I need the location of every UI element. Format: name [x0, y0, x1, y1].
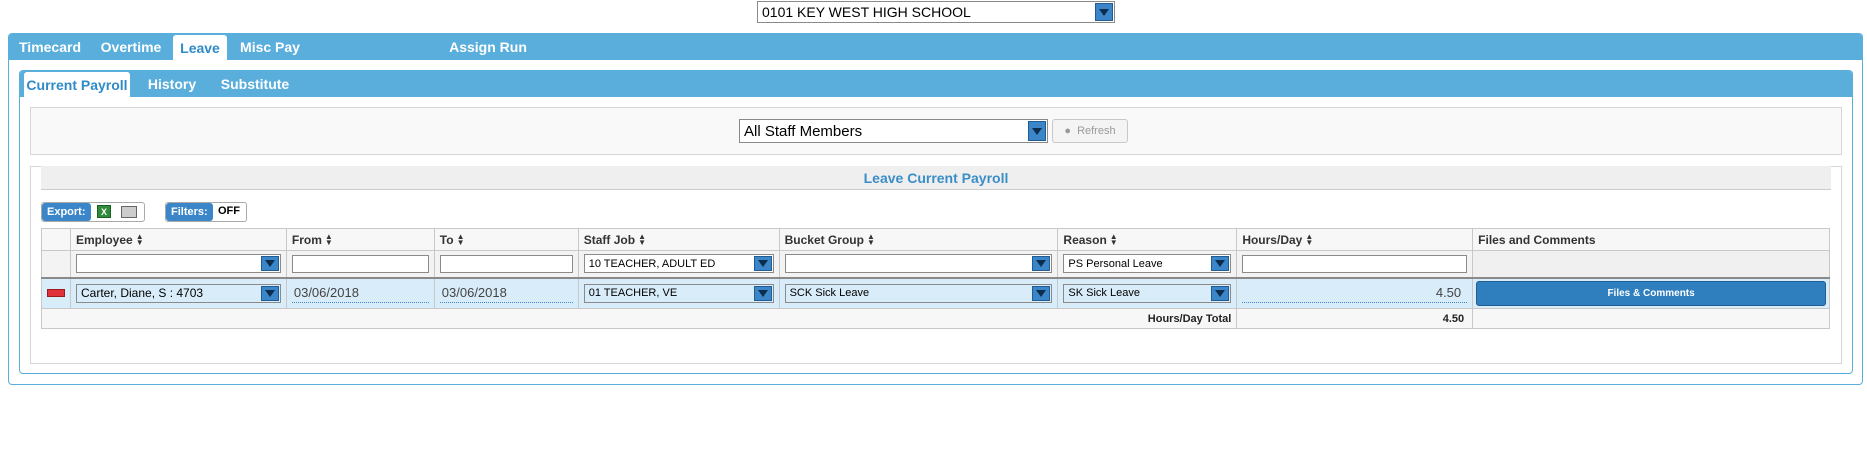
refresh-button[interactable]: ● Refresh: [1052, 119, 1128, 143]
refresh-label: Refresh: [1077, 125, 1116, 137]
tab-assign-run[interactable]: Assign Run: [443, 34, 533, 60]
section-header: Leave Current Payroll: [41, 166, 1831, 190]
col-header-hours-day[interactable]: Hours/Day ▲ ▼: [1236, 228, 1474, 251]
sort-icon: ▲ ▼: [1109, 232, 1118, 248]
row-employee-select[interactable]: Carter, Diane, S : 4703: [76, 283, 281, 303]
export-label: Export:: [42, 203, 91, 221]
print-icon[interactable]: [121, 206, 137, 218]
totals-value: 4.50: [1236, 308, 1474, 329]
chevron-down-icon: [753, 285, 772, 301]
row-to-date[interactable]: 03/06/2018: [439, 284, 573, 303]
leave-table: Employee ▲ ▼ From ▲ ▼ To ▲ ▼ Staff Job ▲ ▼ Bucke…: [40, 228, 1830, 329]
col-header-to[interactable]: To ▲ ▼: [433, 228, 579, 251]
totals-empty: [1472, 308, 1830, 329]
filter-reason-select[interactable]: PS Personal Leave: [1063, 254, 1232, 274]
filter-hours-input[interactable]: [1242, 254, 1468, 273]
export-group: Export: X: [41, 202, 145, 222]
filter-cell-empty: [41, 250, 71, 278]
select-col-header: [41, 228, 71, 251]
filter-staff-job-select[interactable]: 10 TEACHER, ADULT ED: [583, 254, 774, 274]
chevron-down-icon: [260, 256, 279, 272]
col-header-reason[interactable]: Reason ▲ ▼: [1057, 228, 1238, 251]
chevron-down-icon: [1095, 3, 1113, 21]
sort-icon: ▲ ▼: [456, 232, 465, 248]
tab-current-payroll[interactable]: Current Payroll: [24, 72, 130, 97]
staff-filter-select[interactable]: All Staff Members: [739, 119, 1048, 143]
filter-from-input[interactable]: [291, 254, 429, 273]
col-header-files: Files and Comments: [1472, 228, 1830, 251]
main-tab-bar: Timecard Overtime Leave Misc Pay Assign …: [9, 34, 1862, 60]
col-header-staff-job[interactable]: Staff Job ▲ ▼: [577, 228, 780, 251]
table-header-row: Employee ▲ ▼ From ▲ ▼ To ▲ ▼ Staff Job ▲ ▼ Bucke…: [41, 228, 1830, 251]
chevron-down-icon: [753, 256, 772, 272]
row-hours-input[interactable]: 4.50: [1242, 284, 1468, 303]
filter-cell-empty: [1472, 250, 1830, 278]
chevron-down-icon: [1032, 285, 1051, 301]
filter-employee-select[interactable]: [76, 254, 281, 274]
user-icon: ●: [1064, 125, 1072, 137]
totals-row: Hours/Day Total 4.50: [40, 308, 1830, 329]
filter-bucket-group-select[interactable]: [784, 254, 1053, 274]
sort-icon: ▲ ▼: [1305, 232, 1314, 248]
row-action-cell: [41, 277, 71, 309]
tab-misc-pay[interactable]: Misc Pay: [233, 34, 307, 60]
tab-substitute[interactable]: Substitute: [212, 71, 298, 97]
tab-timecard[interactable]: Timecard: [13, 34, 87, 60]
chevron-down-icon: [1032, 256, 1051, 272]
filter-row: 10 TEACHER, ADULT ED PS Personal Leave: [41, 250, 1830, 278]
col-header-employee[interactable]: Employee ▲ ▼: [70, 228, 287, 251]
tab-overtime[interactable]: Overtime: [95, 34, 167, 60]
row-bucket-group-select[interactable]: SCK Sick Leave: [784, 283, 1053, 303]
sub-tab-bar: Current Payroll History Substitute: [20, 71, 1852, 97]
tab-history[interactable]: History: [144, 71, 200, 97]
filters-group[interactable]: Filters: OFF: [165, 202, 247, 222]
sort-icon: ▲ ▼: [324, 232, 333, 248]
school-select[interactable]: 0101 KEY WEST HIGH SCHOOL: [757, 1, 1115, 23]
filters-label: Filters:: [166, 203, 213, 221]
filter-to-input[interactable]: [439, 254, 573, 273]
sort-icon: ▲ ▼: [866, 232, 875, 248]
files-comments-button[interactable]: Files & Comments: [1476, 280, 1826, 306]
school-select-value: 0101 KEY WEST HIGH SCHOOL: [762, 4, 971, 20]
table-row: Carter, Diane, S : 4703 03/06/2018 03/06…: [41, 277, 1830, 309]
col-header-bucket-group[interactable]: Bucket Group ▲ ▼: [778, 228, 1059, 251]
tab-leave[interactable]: Leave: [173, 35, 227, 60]
chevron-down-icon: [260, 285, 279, 301]
chevron-down-icon: [1211, 256, 1230, 272]
row-from-date[interactable]: 03/06/2018: [291, 284, 429, 303]
row-staff-job-select[interactable]: 01 TEACHER, VE: [583, 283, 774, 303]
chevron-down-icon: [1028, 121, 1046, 141]
totals-label: Hours/Day Total: [40, 308, 1238, 329]
section-title: Leave Current Payroll: [863, 169, 1009, 186]
excel-icon[interactable]: X: [97, 205, 111, 218]
col-header-from[interactable]: From ▲ ▼: [285, 228, 435, 251]
chevron-down-icon: [1211, 285, 1230, 301]
sort-icon: ▲ ▼: [638, 232, 646, 248]
filters-state: OFF: [218, 205, 240, 217]
delete-row-icon[interactable]: [47, 289, 65, 298]
staff-filter-value: All Staff Members: [744, 122, 863, 140]
row-reason-select[interactable]: SK Sick Leave: [1063, 283, 1232, 303]
sort-icon: ▲ ▼: [135, 232, 144, 248]
